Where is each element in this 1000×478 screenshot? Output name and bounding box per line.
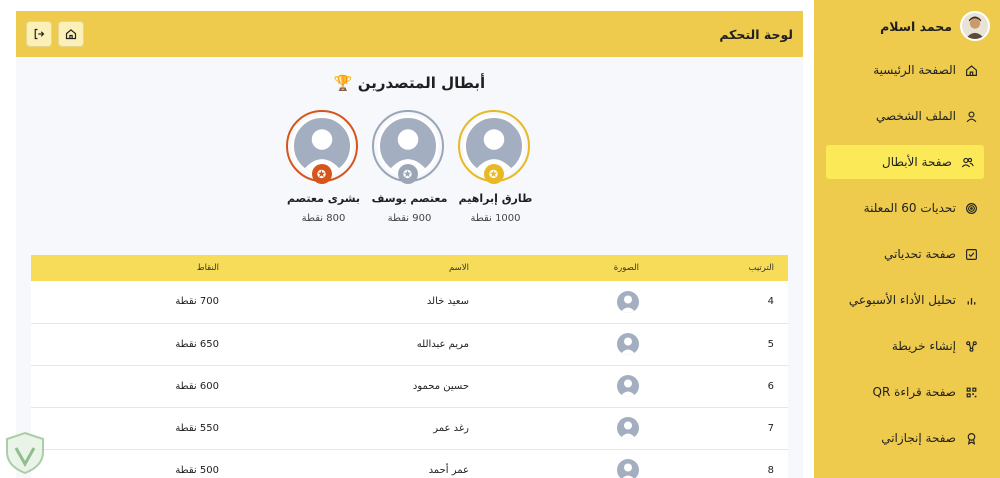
row-photo-cell — [483, 323, 653, 365]
row-photo-cell — [483, 365, 653, 407]
row-points: 550 نقطة — [175, 422, 219, 434]
sidebar-item-my-challenges[interactable]: صفحة تحدياتي — [814, 231, 1000, 277]
user-name: محمد اسلام — [880, 18, 952, 34]
table-row[interactable]: 4 سعيد خالد 700 نقطة — [31, 281, 788, 323]
page-title: لوحة التحكم — [719, 26, 793, 42]
row-name: مريم عبدالله — [416, 338, 469, 350]
user-avatar-icon — [617, 375, 639, 397]
row-points: 700 نقطة — [175, 296, 219, 308]
row-points: 650 نقطة — [175, 338, 219, 350]
row-points: 500 نقطة — [175, 464, 219, 476]
column-header-rank: الترتيب — [748, 263, 774, 273]
table-row[interactable]: 6 حسين محمود 600 نقطة — [31, 365, 788, 407]
bar-chart-icon — [964, 293, 978, 307]
row-rank: 8 — [767, 464, 774, 476]
sidebar-item-champions[interactable]: صفحة الأبطال — [826, 145, 984, 179]
table-row[interactable]: 8 عمر أحمد 500 نقطة — [31, 449, 788, 478]
user-profile[interactable]: محمد اسلام — [820, 9, 990, 43]
champion-card-2[interactable]: ✪ معتصم يوسف 900 نقطة — [371, 110, 447, 224]
row-photo-cell — [483, 407, 653, 449]
sidebar-item-label: صفحة تحدياتي — [884, 247, 956, 261]
champion-points: 800 نقطة — [301, 213, 346, 224]
sidebar-item-label: صفحة إنجازاتي — [881, 431, 956, 445]
sidebar-item-qr-reader[interactable]: صفحة قراءة QR — [814, 369, 1000, 415]
user-avatar-icon — [617, 417, 639, 439]
home-button[interactable] — [58, 21, 84, 47]
top-bar: لوحة التحكم — [16, 11, 803, 57]
row-rank: 6 — [767, 380, 774, 392]
sidebar: محمد اسلام الصفحة الرئيسية الملف الشخصي … — [814, 0, 1000, 478]
user-avatar-icon — [617, 333, 639, 355]
column-header-name: الاسم — [449, 263, 469, 273]
top-actions — [26, 21, 84, 47]
row-name: رغد عمر — [433, 422, 469, 434]
user-avatar-icon — [617, 290, 639, 313]
logout-icon — [33, 28, 45, 40]
sidebar-item-label: صفحة قراءة QR — [872, 385, 957, 399]
user-avatar-icon — [617, 459, 639, 478]
sidebar-item-achievements[interactable]: صفحة إنجازاتي — [814, 415, 1000, 461]
user-icon — [964, 109, 978, 123]
champion-avatar: ✪ — [371, 110, 444, 184]
row-rank: 5 — [767, 338, 774, 350]
sidebar-item-label: الملف الشخصي — [876, 109, 956, 123]
row-name: حسين محمود — [412, 380, 469, 392]
table-row[interactable]: 5 مريم عبدالله 650 نقطة — [31, 323, 788, 365]
sidebar-item-weekly-analysis[interactable]: تحليل الأداء الأسبوعي — [814, 277, 1000, 323]
row-name: سعيد خالد — [426, 296, 469, 308]
sidebar-item-home[interactable]: الصفحة الرئيسية — [814, 47, 1000, 93]
bronze-medal-icon: ✪ — [311, 164, 332, 184]
row-points: 600 نقطة — [175, 380, 219, 392]
mindmap-icon — [964, 339, 978, 353]
leaderboard-title: أبطال المتصدرين 🏆 — [333, 74, 486, 92]
sidebar-item-challenges-60[interactable]: تحديات 60 المعلنة — [814, 185, 1000, 231]
champion-name: بشرى معتصم — [286, 192, 361, 205]
champion-card-1[interactable]: ✪ طارق إبراهيم 1000 نقطة — [457, 110, 532, 224]
user-avatar — [960, 11, 990, 41]
sidebar-item-label: الصفحة الرئيسية — [873, 63, 956, 77]
sidebar-item-label: صفحة الأبطال — [882, 155, 952, 169]
column-header-photo: الصورة — [613, 263, 639, 273]
sidebar-item-label: إنشاء خريطة — [891, 339, 956, 353]
row-rank: 7 — [767, 422, 774, 434]
sidebar-item-create-map[interactable]: إنشاء خريطة — [814, 323, 1000, 369]
silver-medal-icon: ✪ — [397, 164, 418, 184]
users-icon — [960, 155, 974, 169]
logout-button[interactable] — [26, 21, 52, 47]
champion-avatar: ✪ — [285, 110, 358, 184]
target-icon — [964, 201, 978, 215]
row-photo-cell — [483, 281, 653, 323]
checkbox-icon — [964, 247, 978, 261]
qr-code-icon — [964, 385, 978, 399]
leaderboard-table: الترتيب الصورة الاسم النقاط 4 سعيد خالد … — [31, 255, 788, 478]
champion-avatar: ✪ — [457, 110, 530, 184]
row-photo-cell — [483, 449, 653, 478]
watermark-logo — [2, 430, 48, 476]
row-name: عمر أحمد — [428, 464, 469, 476]
home-icon — [65, 28, 77, 40]
home-icon — [964, 63, 978, 77]
award-icon — [964, 431, 978, 445]
champion-card-3[interactable]: ✪ بشرى معتصم 800 نقطة — [285, 110, 360, 224]
main-content: أبطال المتصدرين 🏆 ✪ طارق إبراهيم 1000 نق… — [16, 57, 803, 478]
table-row[interactable]: 7 رغد عمر 550 نقطة — [31, 407, 788, 449]
sidebar-nav: الصفحة الرئيسية الملف الشخصي صفحة الأبطا… — [814, 47, 1000, 461]
sidebar-item-profile[interactable]: الملف الشخصي — [814, 93, 1000, 139]
table-header-row: الترتيب الصورة الاسم النقاط — [31, 255, 788, 281]
sidebar-item-label: تحليل الأداء الأسبوعي — [848, 293, 956, 307]
gold-medal-icon: ✪ — [483, 164, 504, 184]
top-champions: ✪ طارق إبراهيم 1000 نقطة ✪ معتصم يوسف 90… — [16, 110, 803, 224]
sidebar-item-label: تحديات 60 المعلنة — [863, 201, 956, 215]
row-rank: 4 — [767, 296, 774, 308]
column-header-points: النقاط — [196, 263, 219, 273]
